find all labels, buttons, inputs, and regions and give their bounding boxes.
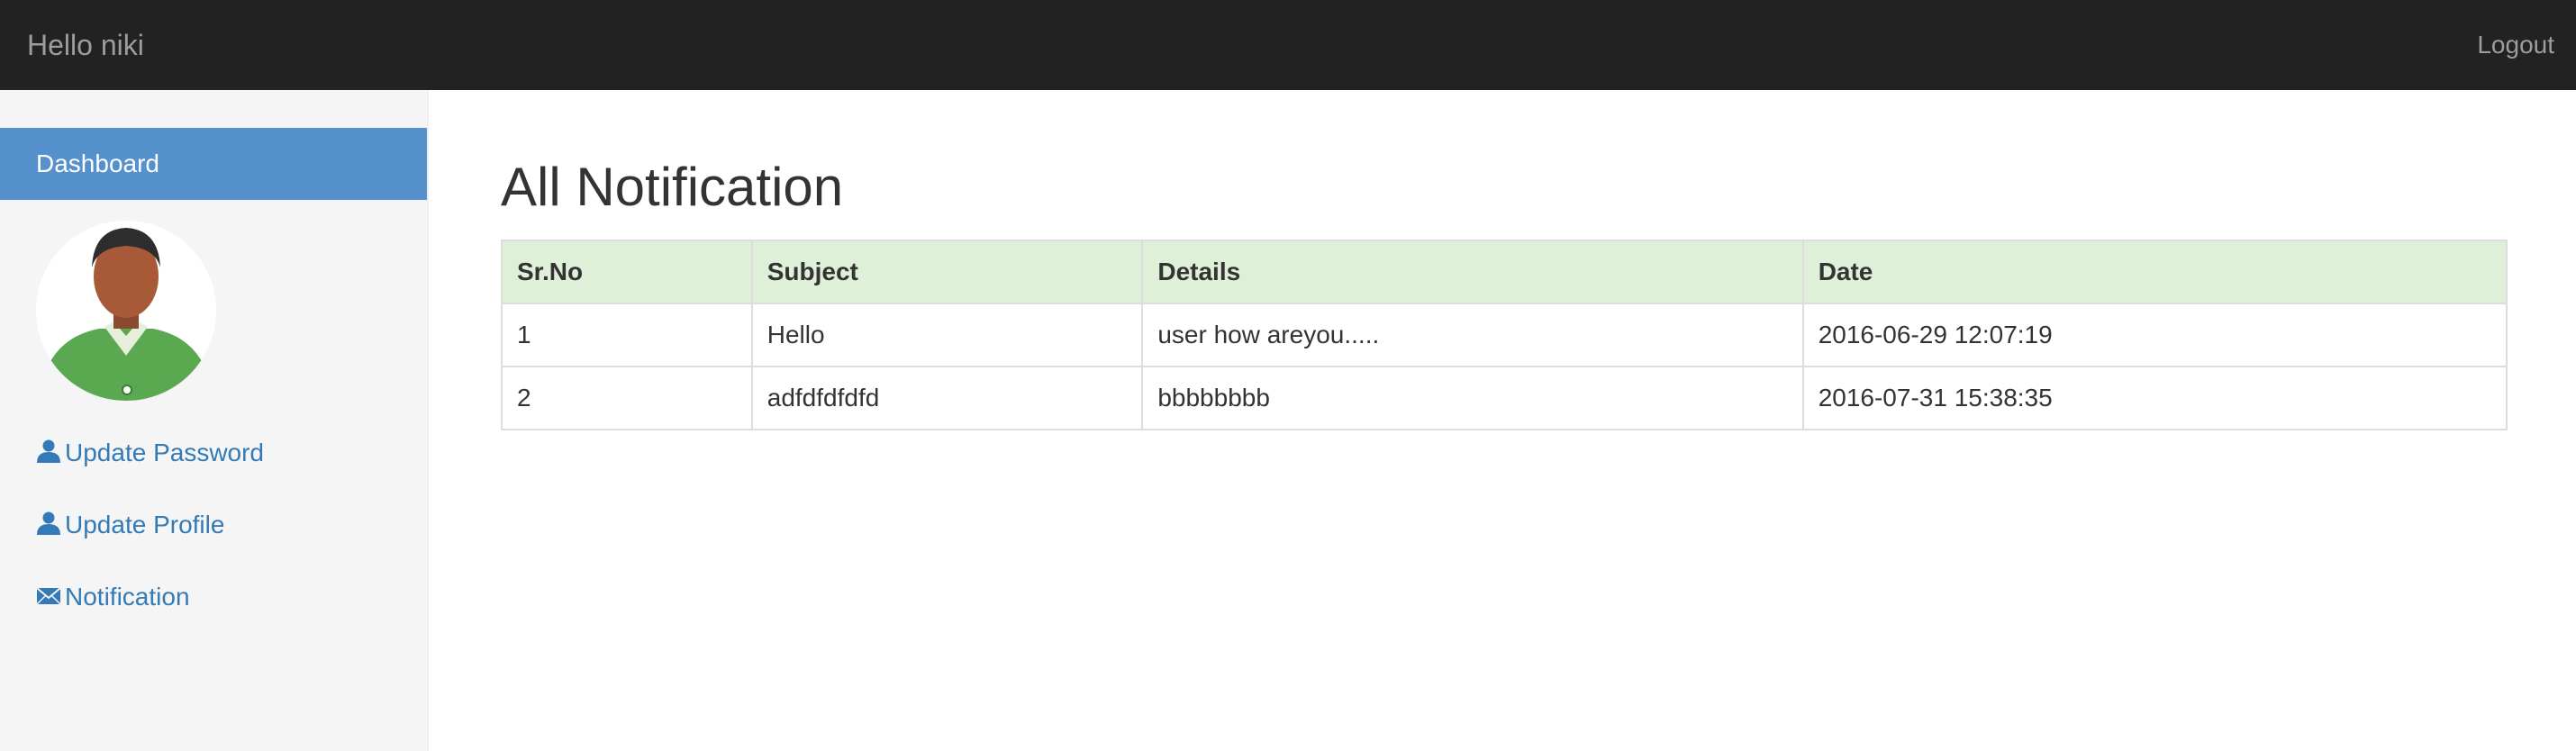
table-row: 1 Hello user how areyou..... 2016-06-29 …: [501, 303, 2508, 367]
user-icon: [36, 439, 61, 464]
logout-link[interactable]: Logout: [2477, 29, 2554, 61]
top-navbar: Hello niki Logout: [0, 0, 2576, 90]
envelope-icon: [36, 583, 61, 608]
column-header-srno: Sr.No: [501, 240, 753, 304]
cell-subject: Hello: [750, 303, 1144, 367]
cell-subject: adfdfdfdfd: [750, 366, 1144, 430]
cell-details: bbbbbbbb: [1141, 366, 1804, 430]
notification-label: Notification: [65, 583, 190, 611]
notifications-table: Sr.No Subject Details Date 1 Hello user …: [501, 240, 2508, 430]
avatar: [36, 221, 216, 401]
cell-details: user how areyou.....: [1141, 303, 1804, 367]
table-row: 2 adfdfdfdfd bbbbbbbb 2016-07-31 15:38:3…: [501, 366, 2508, 430]
column-header-details: Details: [1141, 240, 1804, 304]
update-profile-label: Update Profile: [65, 511, 225, 538]
sidebar: Dashboard Update Password Update Profile: [0, 90, 429, 751]
cell-srno: 1: [501, 303, 753, 367]
update-profile-link[interactable]: Update Profile: [36, 509, 224, 541]
cell-date: 2016-06-29 12:07:19: [1801, 303, 2508, 367]
table-header-row: Sr.No Subject Details Date: [501, 240, 2508, 304]
column-header-subject: Subject: [750, 240, 1144, 304]
page-title: All Notification: [501, 157, 844, 217]
notification-link[interactable]: Notification: [36, 581, 190, 613]
sidebar-item-dashboard[interactable]: Dashboard: [0, 128, 427, 200]
cell-srno: 2: [501, 366, 753, 430]
cell-date: 2016-07-31 15:38:35: [1801, 366, 2508, 430]
brand-link[interactable]: Hello niki: [27, 27, 144, 63]
column-header-date: Date: [1801, 240, 2508, 304]
user-avatar-icon: [36, 221, 216, 401]
user-icon: [36, 511, 61, 536]
update-password-label: Update Password: [65, 439, 265, 466]
update-password-link[interactable]: Update Password: [36, 437, 264, 469]
